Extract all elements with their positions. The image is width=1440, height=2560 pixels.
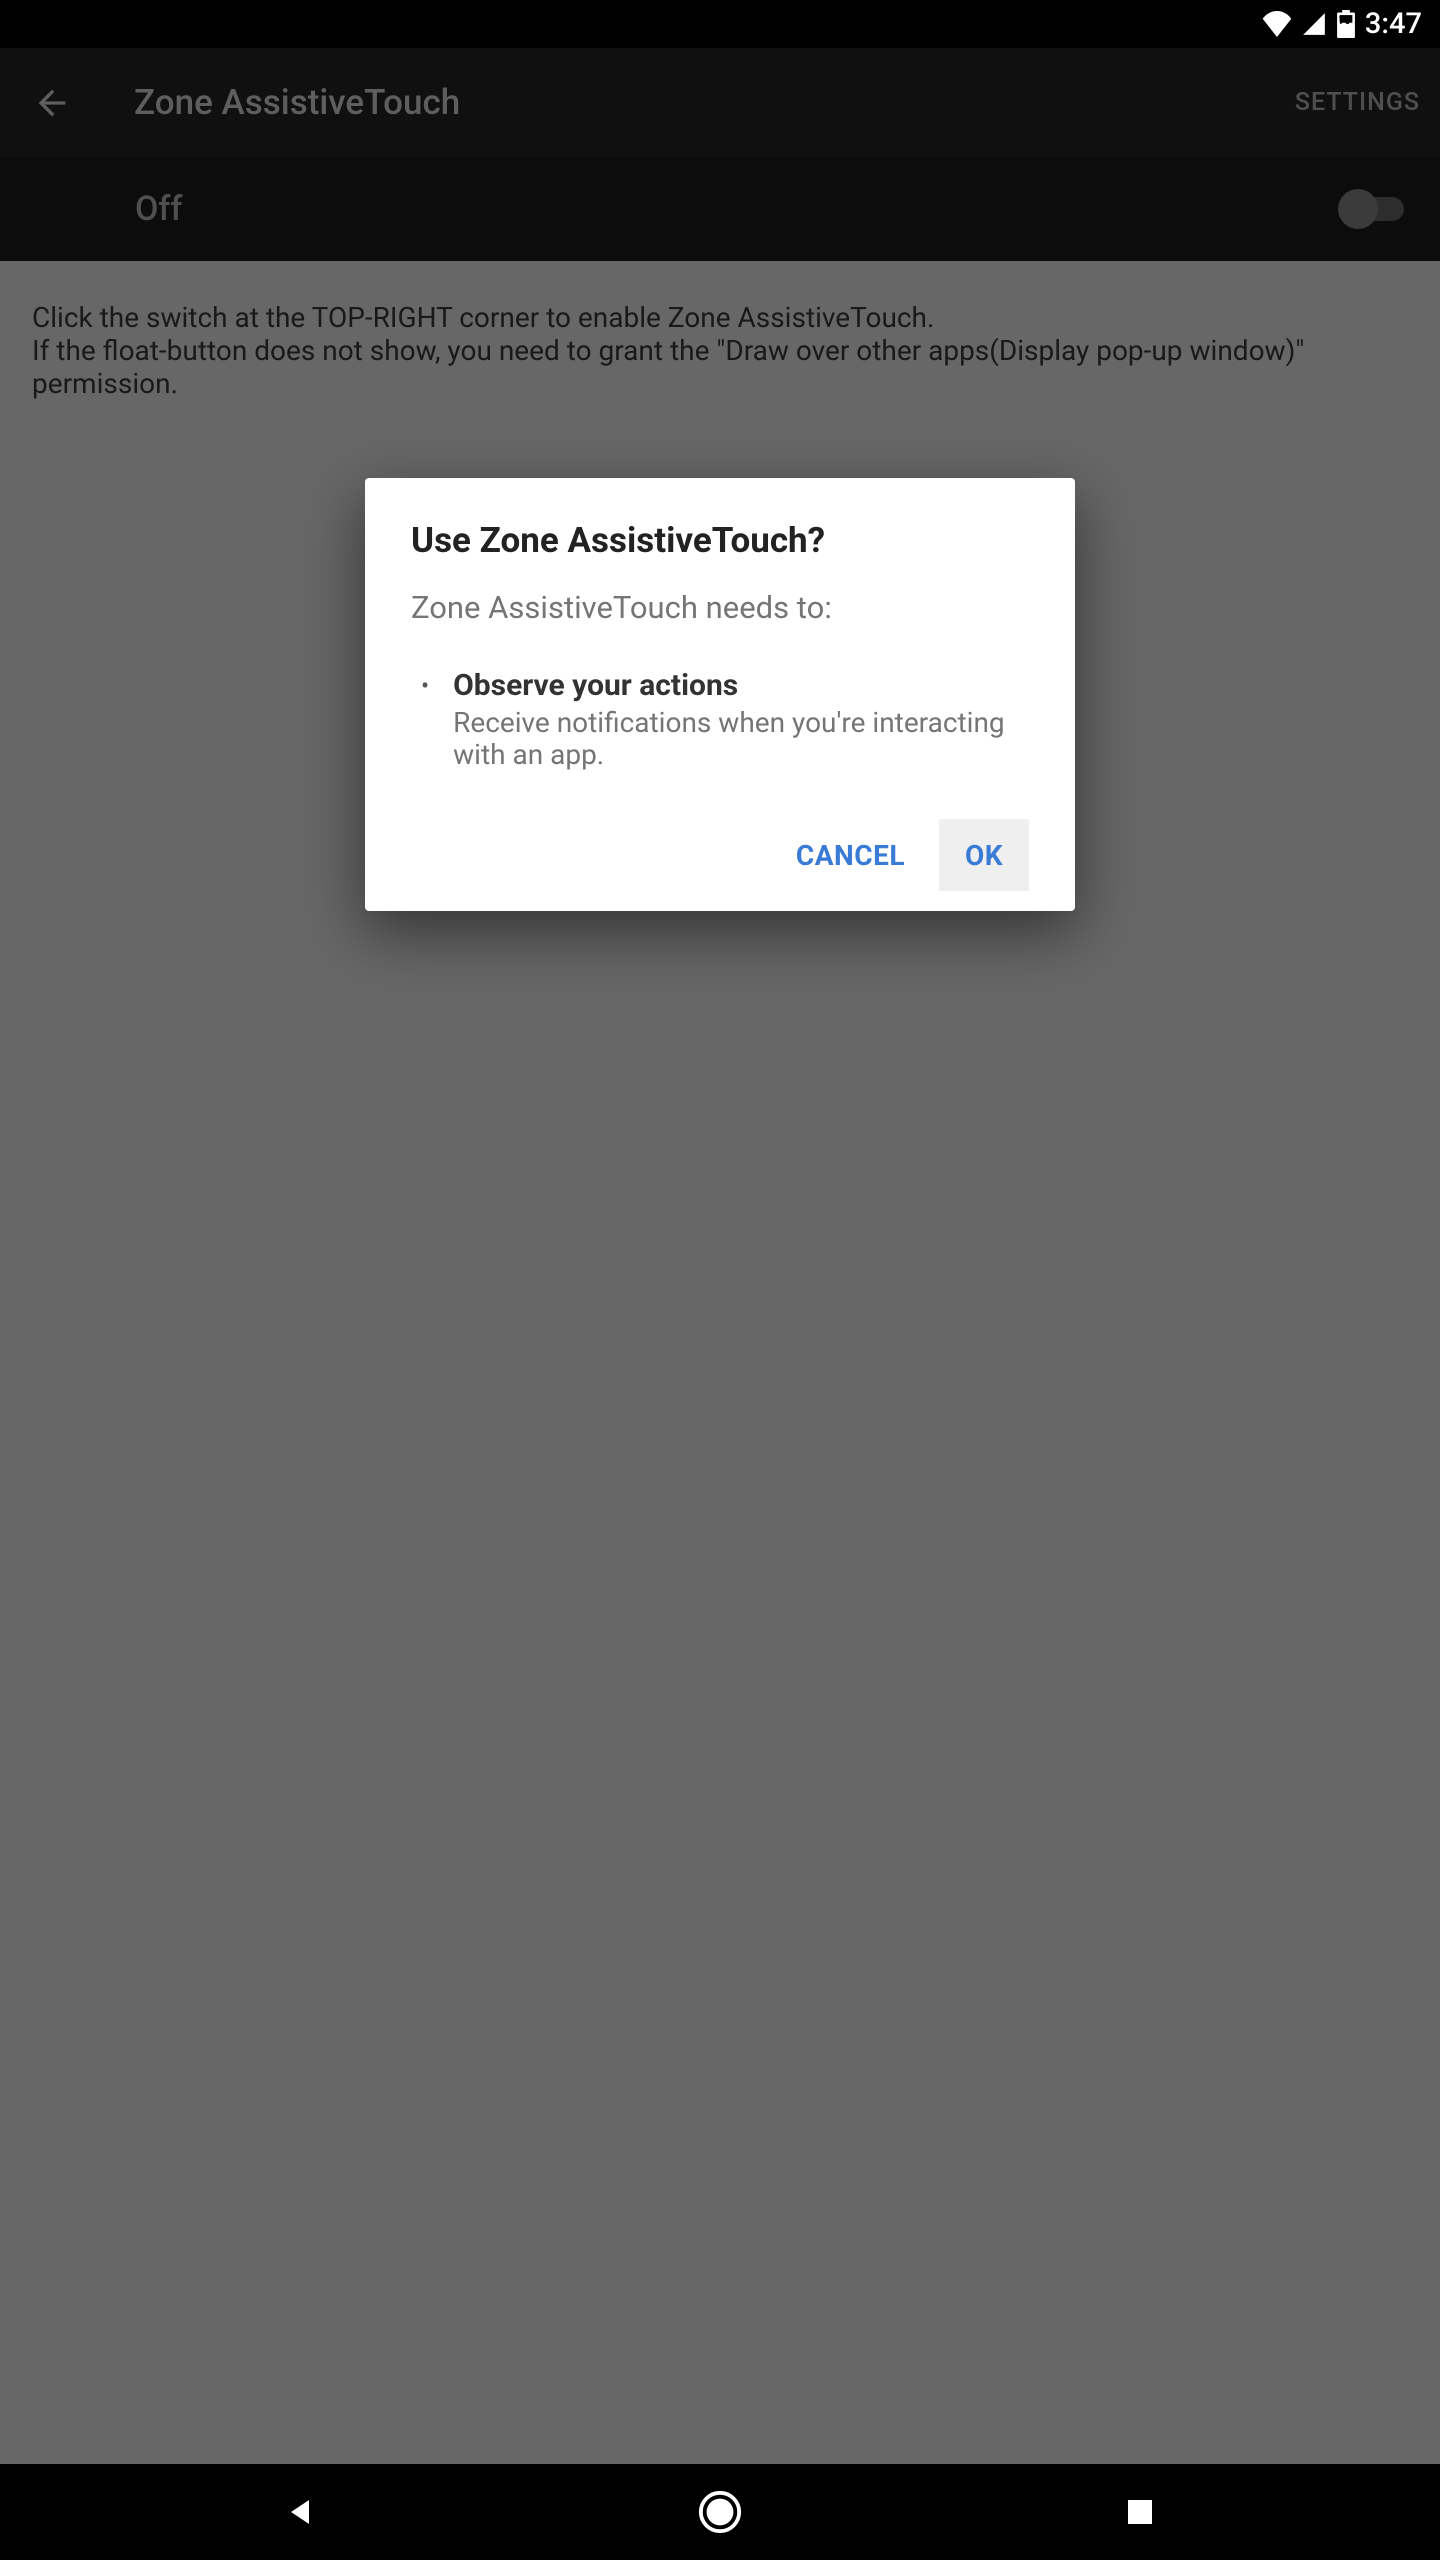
- nav-home-icon[interactable]: [690, 2482, 750, 2542]
- nav-back-icon[interactable]: [270, 2482, 330, 2542]
- battery-level-text: 70: [1339, 16, 1350, 27]
- permission-dialog: Use Zone AssistiveTouch? Zone AssistiveT…: [365, 478, 1075, 911]
- system-nav-bar: [0, 2464, 1440, 2560]
- ok-button[interactable]: OK: [939, 819, 1029, 891]
- clock-text: 3:47: [1365, 7, 1422, 41]
- battery-icon: 70: [1335, 10, 1357, 38]
- dialog-actions: CANCEL OK: [411, 819, 1029, 891]
- nav-recent-icon[interactable]: [1110, 2482, 1170, 2542]
- dialog-layer: Use Zone AssistiveTouch? Zone AssistiveT…: [0, 48, 1440, 2464]
- bullet-icon: •: [421, 668, 429, 771]
- cancel-button[interactable]: CANCEL: [776, 819, 925, 891]
- dialog-subtitle: Zone AssistiveTouch needs to:: [411, 589, 1029, 626]
- permission-item: • Observe your actions Receive notificat…: [411, 668, 1029, 771]
- cell-signal-icon: [1301, 11, 1327, 37]
- permission-heading: Observe your actions: [453, 668, 1029, 703]
- dialog-title: Use Zone AssistiveTouch?: [411, 520, 1029, 561]
- wifi-icon: [1261, 11, 1293, 37]
- permission-description: Receive notifications when you're intera…: [453, 707, 1029, 771]
- status-bar: 70 3:47: [0, 0, 1440, 48]
